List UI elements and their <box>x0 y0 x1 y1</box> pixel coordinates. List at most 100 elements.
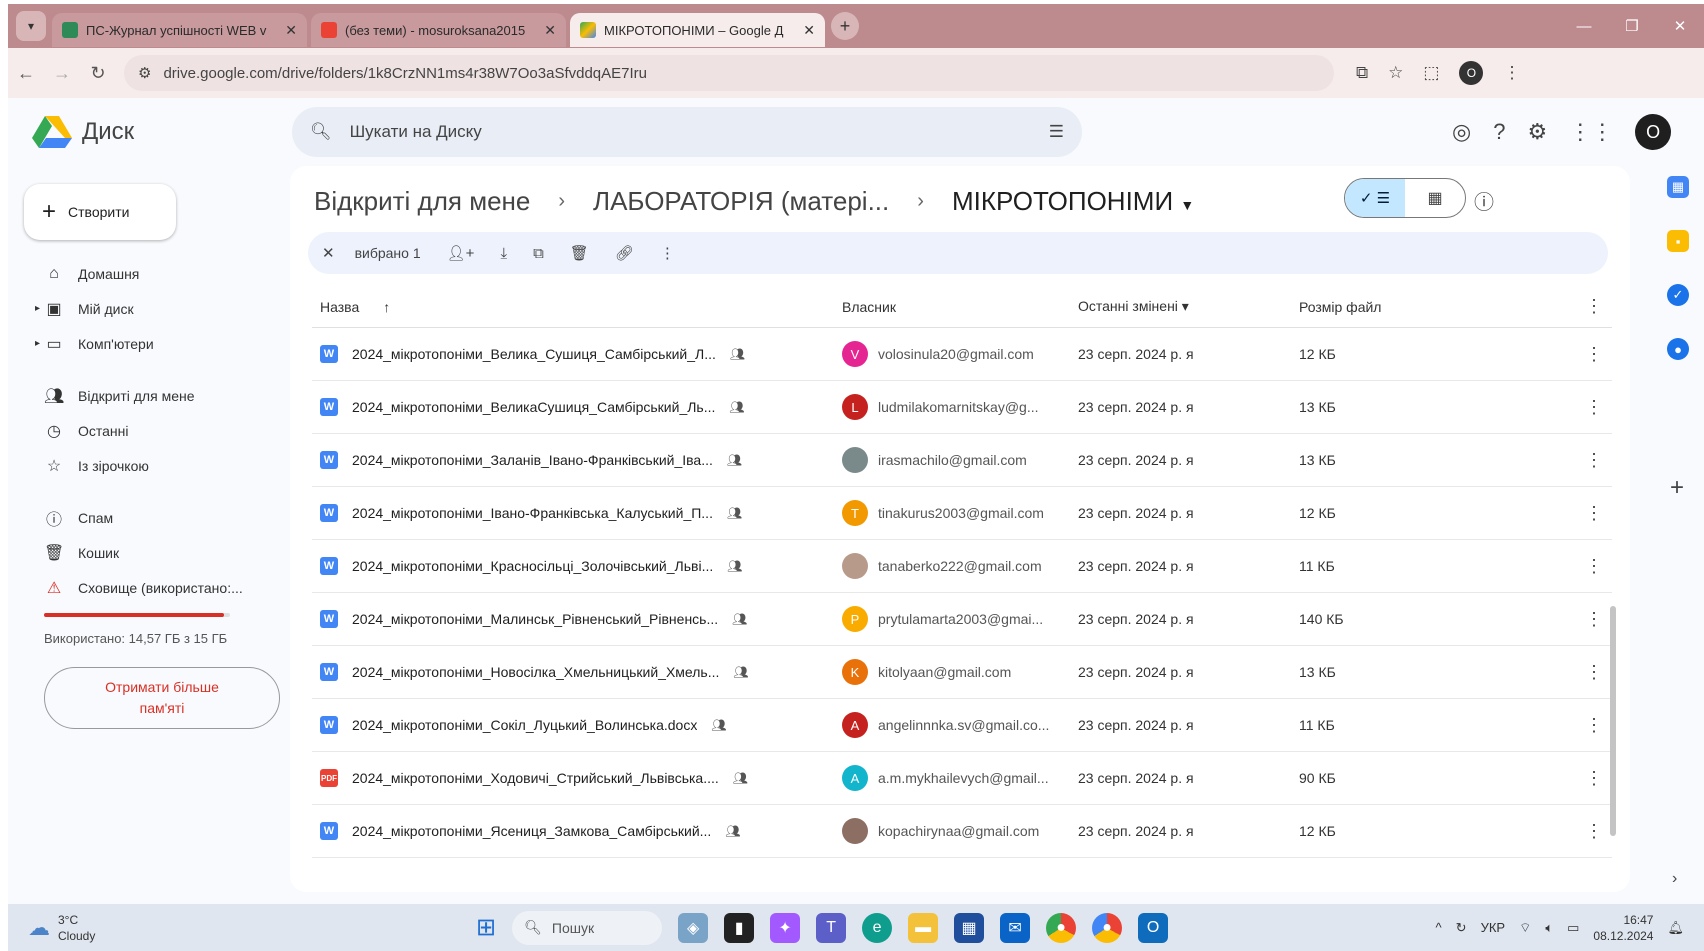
file-name[interactable]: 2024_мікротопоніми_Івано-Франківська_Кал… <box>352 505 713 521</box>
search-options-icon[interactable]: ☰ <box>1049 122 1064 142</box>
sidebar-item-home[interactable]: ⌂ Домашня <box>8 256 278 291</box>
calendar-icon[interactable]: ▦ <box>1667 176 1689 198</box>
back-icon[interactable]: ← <box>8 63 44 84</box>
wifi-icon[interactable]: ⌔ <box>1519 920 1531 936</box>
clear-selection-icon[interactable]: ✕ <box>322 244 335 262</box>
close-tab-icon[interactable]: ✕ <box>803 22 815 39</box>
row-more-actions-icon[interactable]: ⋮ <box>1579 503 1609 524</box>
file-name[interactable]: 2024_мікротопоніми_Малинськ_Рівненський_… <box>352 611 718 627</box>
download-icon[interactable]: ⤓ <box>500 245 507 262</box>
row-more-actions-icon[interactable]: ⋮ <box>1579 821 1609 842</box>
install-app-icon[interactable]: ⧉ <box>1356 63 1368 83</box>
file-name[interactable]: 2024_мікротопоніми_Заланів_Івано-Франків… <box>352 452 713 468</box>
account-avatar[interactable]: O <box>1635 114 1672 150</box>
volume-icon[interactable]: 🔈︎ <box>1545 920 1553 936</box>
row-more-actions-icon[interactable]: ⋮ <box>1579 768 1609 789</box>
search-icon[interactable]: 🔍︎ <box>310 122 332 142</box>
store-icon[interactable]: ▦ <box>954 912 985 943</box>
row-more-actions-icon[interactable]: ⋮ <box>1579 662 1609 683</box>
move-icon[interactable]: ⧉ <box>533 245 544 262</box>
row-more-actions-icon[interactable]: ⋮ <box>1579 556 1609 577</box>
sidebar-item-starred[interactable]: ☆ Із зірочкою <box>8 448 278 483</box>
column-size[interactable]: Розмір файл <box>1299 299 1579 315</box>
browser-tab[interactable]: ПС-Журнал успішності WEB v ✕ <box>52 13 307 47</box>
column-modified[interactable]: Останні змінені ▾ <box>1078 298 1299 315</box>
table-row[interactable]: W 2024_мікротопоніми_ВеликаСушиця_Самбірс… <box>312 381 1612 434</box>
forward-icon[interactable]: → <box>44 63 80 84</box>
breadcrumb-root[interactable]: Відкриті для мене <box>314 186 530 217</box>
row-more-actions-icon[interactable]: ⋮ <box>1579 609 1609 630</box>
breadcrumb-parent[interactable]: ЛАБОРАТОРІЯ (матері... <box>593 186 889 217</box>
column-owner[interactable]: Власник <box>842 299 1078 315</box>
close-tab-icon[interactable]: ✕ <box>285 22 297 39</box>
keep-icon[interactable]: ▪ <box>1667 230 1689 252</box>
column-options-icon[interactable]: ⋮ <box>1579 296 1609 317</box>
more-actions-icon[interactable]: ⋮ <box>660 244 675 262</box>
scrollbar[interactable] <box>1610 606 1616 836</box>
row-more-actions-icon[interactable]: ⋮ <box>1579 715 1609 736</box>
copy-link-icon[interactable]: 🔗︎ <box>615 244 634 262</box>
table-row[interactable]: W 2024_мікротопоніми_Новосілка_Хмельницьк… <box>312 646 1612 699</box>
file-name[interactable]: 2024_мікротопоніми_Ясениця_Замкова_Самбі… <box>352 823 711 839</box>
file-name[interactable]: 2024_мікротопоніми_Сокіл_Луцький_Волинсь… <box>352 717 697 733</box>
column-name[interactable]: Назва ↑ <box>312 299 842 315</box>
teams-icon[interactable]: T <box>816 912 847 943</box>
bookmark-star-icon[interactable]: ☆ <box>1388 63 1403 83</box>
apps-grid-icon[interactable]: ⋮⋮ <box>1569 119 1613 145</box>
widgets-icon[interactable]: ◈ <box>678 912 709 943</box>
table-row[interactable]: W 2024_мікротопоніми_Сокіл_Луцький_Волинс… <box>312 699 1612 752</box>
chrome-icon[interactable]: ● <box>1046 912 1077 943</box>
edge-icon[interactable]: e <box>862 912 893 943</box>
settings-gear-icon[interactable]: ⚙ <box>1527 119 1547 145</box>
get-more-storage-button[interactable]: Отримати більше пам'яті <box>44 667 280 729</box>
browser-tab-active[interactable]: МІКРОТОПОНІМИ – Google Д ✕ <box>570 13 825 47</box>
table-row[interactable]: W 2024_мікротопоніми_Івано-Франківська_Ка… <box>312 487 1612 540</box>
row-more-actions-icon[interactable]: ⋮ <box>1579 450 1609 471</box>
task-view-icon[interactable]: ▮ <box>724 912 755 943</box>
weather-widget[interactable]: ☁ 3°C Cloudy <box>28 912 428 944</box>
new-tab-button[interactable]: + <box>831 12 859 40</box>
notification-bell-icon[interactable]: 🔔︎ <box>1667 920 1684 936</box>
table-row[interactable]: W 2024_мікротопоніми_Красносільці_Золочів… <box>312 540 1612 593</box>
file-name[interactable]: 2024_мікротопоніми_Ходовичі_Стрийський_Л… <box>352 770 719 786</box>
sidebar-item-trash[interactable]: 🗑︎ Кошик <box>8 535 278 570</box>
file-name[interactable]: 2024_мікротопоніми_Велика_Сушиця_Самбірс… <box>352 346 716 362</box>
reload-icon[interactable]: ↻ <box>80 63 116 84</box>
create-button[interactable]: + Створити <box>24 184 176 240</box>
close-window-icon[interactable]: ✕ <box>1656 4 1704 48</box>
language-indicator[interactable]: УКР <box>1481 920 1506 935</box>
chrome-icon[interactable]: ● <box>1092 912 1123 943</box>
file-name[interactable]: 2024_мікротопоніми_ВеликаСушиця_Самбірсь… <box>352 399 715 415</box>
close-tab-icon[interactable]: ✕ <box>544 22 556 39</box>
add-addon-icon[interactable]: + <box>1670 474 1684 502</box>
table-row[interactable]: W 2024_мікротопоніми_Велика_Сушиця_Самбір… <box>312 328 1612 381</box>
grid-view-button[interactable]: ▦ <box>1405 179 1465 217</box>
outlook-icon[interactable]: O <box>1138 912 1169 943</box>
browser-menu-icon[interactable]: ⋮ <box>1503 63 1520 83</box>
sidebar-item-shared[interactable]: 👥︎ Відкриті для мене <box>8 378 278 413</box>
expand-arrow-icon[interactable]: ▸ <box>35 338 40 349</box>
battery-icon[interactable]: ▭ <box>1567 920 1579 936</box>
share-icon[interactable]: 👤︎+ <box>447 244 475 262</box>
mail-icon[interactable]: ✉ <box>1000 912 1031 943</box>
search-input[interactable]: Шукати на Диску <box>350 122 1031 142</box>
copilot-icon[interactable]: ✦ <box>770 912 801 943</box>
contacts-icon[interactable]: ● <box>1667 338 1689 360</box>
file-explorer-icon[interactable]: ▬ <box>908 912 939 943</box>
file-name[interactable]: 2024_мікротопоніми_Новосілка_Хмельницьки… <box>352 664 719 680</box>
tasks-icon[interactable]: ✓ <box>1667 284 1689 306</box>
help-icon[interactable]: ? <box>1493 119 1505 145</box>
extensions-icon[interactable]: ⬚ <box>1423 63 1439 83</box>
sync-icon[interactable]: ↻ <box>1456 920 1467 936</box>
sidebar-item-recent[interactable]: ◷ Останні <box>8 413 278 448</box>
sidebar-item-my-drive[interactable]: ▸ ▣ Мій диск <box>8 291 278 326</box>
row-more-actions-icon[interactable]: ⋮ <box>1579 344 1609 365</box>
minimize-icon[interactable]: — <box>1560 4 1608 48</box>
chevron-right-icon[interactable]: › <box>1672 870 1677 888</box>
sidebar-item-computers[interactable]: ▸ ▭ Комп'ютери <box>8 326 278 361</box>
expand-arrow-icon[interactable]: ▸ <box>35 303 40 314</box>
windows-start-icon[interactable]: ⊞ <box>476 913 496 942</box>
address-bar[interactable]: ⚙ drive.google.com/drive/folders/1k8CrzN… <box>124 55 1334 91</box>
clock[interactable]: 16:47 08.12.2024 <box>1593 912 1653 944</box>
table-row[interactable]: W 2024_мікротопоніми_Заланів_Івано-Франкі… <box>312 434 1612 487</box>
